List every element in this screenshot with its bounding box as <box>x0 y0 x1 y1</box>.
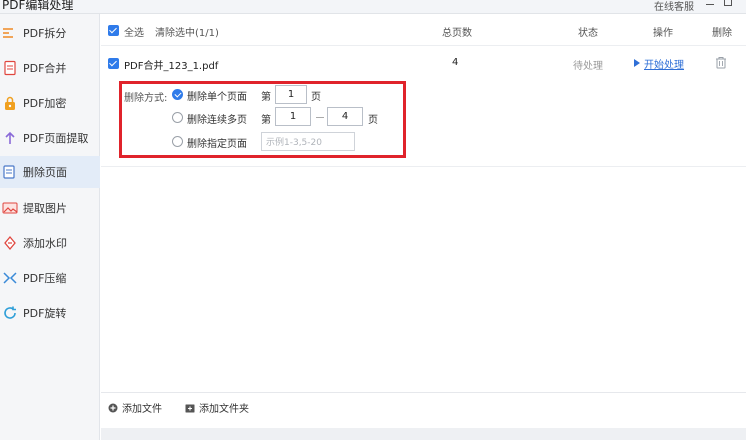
delete-single-radio[interactable] <box>172 89 183 100</box>
delete-range-radio[interactable] <box>172 112 183 123</box>
sidebar-item-label: PDF加密 <box>23 97 67 110</box>
add-folder-label: 添加文件夹 <box>199 404 249 415</box>
single-page-input[interactable]: 1 <box>275 85 307 104</box>
sidebar-item-pdf-page-extract[interactable]: PDF页面提取 <box>0 123 100 153</box>
range-from-input[interactable]: 1 <box>275 107 311 126</box>
sidebar-item-add-watermark[interactable]: 添加水印 <box>0 228 100 258</box>
extract-page-icon <box>2 130 18 146</box>
single-suffix: 页 <box>311 92 321 103</box>
sidebar-item-label: PDF压缩 <box>23 272 67 285</box>
app-title: PDF编辑处理 <box>2 0 74 12</box>
column-status: 状态 <box>578 28 598 39</box>
file-list-header: 全选 清除选中(1/1) 总页数 状态 操作 删除 <box>101 14 746 46</box>
sidebar-item-pdf-split[interactable]: PDF拆分 <box>0 18 100 48</box>
row-divider <box>101 166 746 167</box>
sidebar-item-extract-image[interactable]: 提取图片 <box>0 193 100 223</box>
sidebar-item-label: 提取图片 <box>23 202 67 215</box>
image-icon <box>2 200 18 216</box>
add-folder-button[interactable]: 添加文件夹 <box>185 400 249 415</box>
range-suffix: 页 <box>368 115 378 126</box>
sidebar-item-label: PDF合并 <box>23 62 67 75</box>
column-action: 操作 <box>653 28 673 39</box>
delete-options-panel: 删除方式: 删除单个页面 第 1 页 删除连续多页 第 1 4 页 删除指定页面… <box>119 81 406 158</box>
delete-custom-radio[interactable] <box>172 136 183 147</box>
add-file-button[interactable]: 添加文件 <box>108 400 162 415</box>
trash-icon[interactable] <box>715 56 727 69</box>
plus-circle-icon <box>108 403 118 412</box>
sidebar-item-label: 添加水印 <box>23 237 67 250</box>
sidebar-item-pdf-encrypt[interactable]: PDF加密 <box>0 88 100 118</box>
range-dash <box>316 117 324 118</box>
sidebar: PDF拆分 PDF合并 PDF加密 PDF页面提取 删除页面 提取图片 添加水印… <box>0 14 100 440</box>
sidebar-item-pdf-merge[interactable]: PDF合并 <box>0 53 100 83</box>
sidebar-item-label: PDF旋转 <box>23 307 67 320</box>
file-status: 待处理 <box>573 61 603 72</box>
file-total-pages: 4 <box>452 57 459 68</box>
title-bar: PDF编辑处理 在线客服 <box>0 0 746 14</box>
clear-selected-link[interactable]: 清除选中(1/1) <box>155 24 219 39</box>
delete-range-label[interactable]: 删除连续多页 <box>187 111 247 126</box>
delete-mode-label: 删除方式: <box>124 93 168 104</box>
maximize-icon[interactable] <box>724 0 732 6</box>
column-delete: 删除 <box>712 28 732 39</box>
sidebar-item-pdf-rotate[interactable]: PDF旋转 <box>0 298 100 328</box>
compress-icon <box>2 270 18 286</box>
footer-toolbar: 添加文件 添加文件夹 <box>101 392 746 440</box>
select-all-checkbox[interactable] <box>108 25 119 36</box>
custom-pages-input[interactable]: 示例1-3,5-20 <box>261 132 355 151</box>
folder-plus-icon <box>185 404 195 412</box>
main-panel: 全选 清除选中(1/1) 总页数 状态 操作 删除 PDF合并_123_1.pd… <box>101 14 746 440</box>
watermark-icon <box>2 235 18 251</box>
column-total-pages: 总页数 <box>442 28 472 39</box>
sidebar-item-label: PDF拆分 <box>23 27 67 40</box>
minimize-icon[interactable] <box>706 4 714 5</box>
sidebar-item-delete-page[interactable]: 删除页面 <box>0 156 100 188</box>
delete-single-label[interactable]: 删除单个页面 <box>187 88 247 103</box>
add-file-label: 添加文件 <box>122 404 162 415</box>
range-to-input[interactable]: 4 <box>327 107 363 126</box>
merge-icon <box>2 60 18 76</box>
sidebar-item-label: PDF页面提取 <box>23 132 89 145</box>
split-icon <box>2 25 18 41</box>
select-all-label[interactable]: 全选 <box>124 24 144 39</box>
delete-page-icon <box>2 164 18 180</box>
range-prefix: 第 <box>261 115 271 126</box>
sidebar-item-label: 删除页面 <box>23 166 67 179</box>
rotate-icon <box>2 305 18 321</box>
play-icon[interactable] <box>634 59 640 67</box>
file-checkbox[interactable] <box>108 58 119 69</box>
delete-custom-label[interactable]: 删除指定页面 <box>187 135 247 150</box>
file-name: PDF合并_123_1.pdf <box>124 61 219 72</box>
sidebar-item-pdf-compress[interactable]: PDF压缩 <box>0 263 100 293</box>
single-prefix: 第 <box>261 92 271 103</box>
online-service-link[interactable]: 在线客服 <box>654 0 694 13</box>
lock-icon <box>2 95 18 111</box>
start-process-link[interactable]: 开始处理 <box>644 56 684 71</box>
bottom-bar <box>101 428 746 440</box>
